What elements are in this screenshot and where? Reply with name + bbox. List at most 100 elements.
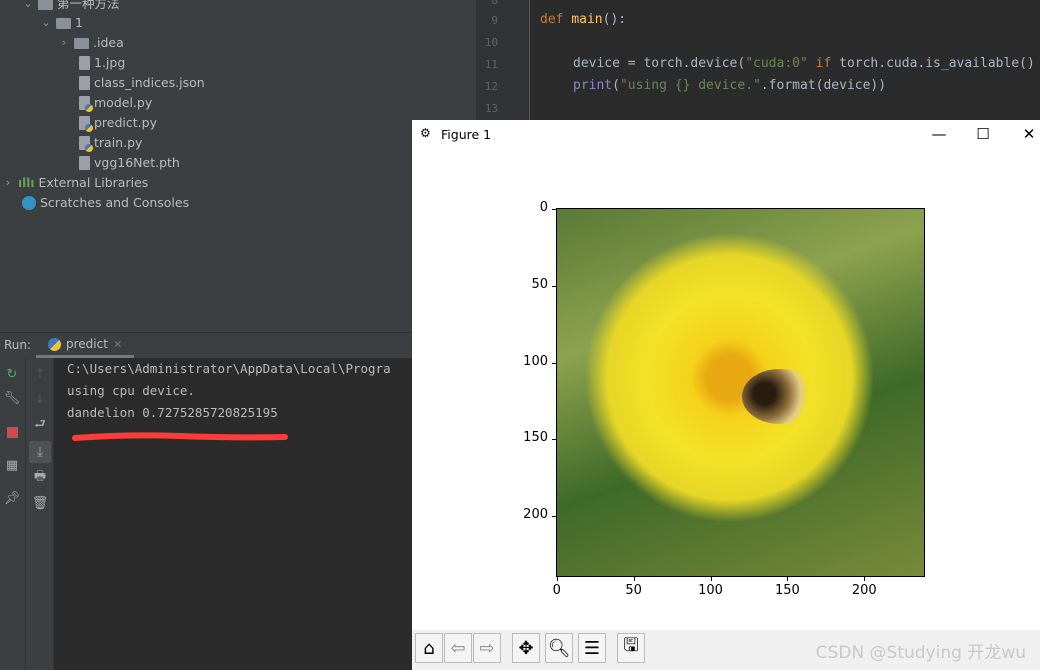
code-line-12: print("using {} device.".format(device))	[573, 78, 886, 93]
x-tick-label: 100	[698, 583, 723, 598]
x-tick-label: 50	[625, 583, 642, 598]
x-tick-label: 200	[851, 583, 877, 598]
code-token: "cuda:0"	[745, 56, 808, 71]
arrow-up-icon[interactable]: ↑	[32, 366, 48, 382]
line-gutter: 8 9 10 11 12 13	[476, 0, 530, 120]
console-output[interactable]: C:\Users\Administrator\AppData\Local\Pro…	[55, 358, 412, 670]
tree-scratches[interactable]: Scratches and Consoles	[22, 193, 189, 213]
image-axes	[556, 208, 925, 577]
y-tick-label: 150	[523, 430, 548, 446]
file-icon	[79, 156, 90, 170]
rerun-icon[interactable]: ↻	[4, 366, 20, 382]
zoom-button[interactable]: 🔍︎	[545, 633, 573, 663]
line-number: 11	[484, 58, 498, 71]
tree-label: model.py	[94, 95, 153, 110]
chevron-down-icon: ⌄	[23, 0, 33, 10]
home-button[interactable]: ⌂	[415, 633, 443, 663]
run-toolbar-left: ↻ 🔧︎ ▦ 📌︎	[0, 358, 26, 670]
pan-button[interactable]: ✥	[512, 633, 540, 663]
tab-label: predict	[66, 337, 108, 351]
y-tick-mark	[552, 516, 556, 518]
tree-label: 第一种方法	[57, 0, 120, 11]
tree-folder-1[interactable]: ⌄ 1	[40, 13, 83, 33]
tree-file-model[interactable]: model.py	[79, 93, 152, 113]
save-button[interactable]: 🖫︎	[617, 633, 645, 663]
code-token: main	[571, 12, 603, 27]
maximize-button[interactable]: ☐	[968, 124, 998, 144]
line-number: 8	[491, 0, 498, 7]
line-number: 13	[484, 102, 498, 115]
tree-folder-idea[interactable]: › .idea	[58, 33, 124, 53]
tree-folder-method[interactable]: ⌄ 第一种方法	[22, 0, 120, 14]
print-icon[interactable]: 🖶︎	[32, 469, 48, 486]
trash-icon[interactable]: 🗑︎	[32, 495, 49, 511]
pin-icon[interactable]: 📌︎	[4, 490, 21, 506]
bee-image	[742, 369, 817, 424]
x-tick-mark	[710, 577, 712, 581]
folder-icon	[56, 17, 71, 29]
tree-file-pth[interactable]: vgg16Net.pth	[79, 153, 180, 173]
figure-toolbar: ⌂ ⇦ ⇨ ✥ 🔍︎ ☰ 🖫︎ CSDN @Studying 开龙wu	[412, 630, 1040, 670]
y-tick-label: 50	[531, 276, 548, 292]
layout-icon[interactable]: ▦	[4, 457, 20, 473]
tree-file-jpg[interactable]: 1.jpg	[79, 53, 125, 73]
scratches-icon	[22, 196, 36, 210]
code-token: "using {} device."	[619, 78, 761, 93]
y-tick-label: 100	[523, 353, 548, 369]
code-editor[interactable]: 8 9 10 11 12 13 def main(): device = tor…	[476, 0, 1040, 120]
matplotlib-icon: ⚙︎	[420, 126, 431, 140]
stop-icon[interactable]	[4, 424, 20, 440]
x-tick-mark	[633, 577, 635, 581]
run-tab-bar: Run: predict ✕	[0, 332, 412, 358]
line-number: 9	[491, 14, 498, 27]
configure-subplots-button[interactable]: ☰	[578, 633, 606, 663]
code-token: device = torch.device(	[573, 56, 746, 71]
tree-label: External Libraries	[38, 175, 149, 190]
x-tick-label: 150	[774, 583, 800, 598]
x-tick-mark	[864, 577, 866, 581]
tree-file-predict[interactable]: predict.py	[79, 113, 157, 133]
run-toolbar-right: ↑ ↓ ⮐ ⤓ 🖶︎ 🗑︎	[26, 358, 54, 670]
tree-label: 1.jpg	[94, 55, 126, 70]
minimize-button[interactable]: —	[924, 124, 954, 144]
project-panel: ⌄ 第一种方法 ⌄ 1 › .idea 1.jpg class_indices.jso…	[0, 0, 476, 332]
code-token: ():	[602, 12, 627, 27]
tree-file-train[interactable]: train.py	[79, 133, 142, 153]
tab-predict[interactable]: predict ✕	[36, 333, 134, 358]
x-tick-mark	[787, 577, 789, 581]
forward-button[interactable]: ⇨	[473, 633, 501, 663]
tree-label: .idea	[93, 35, 124, 50]
close-tab-icon[interactable]: ✕	[113, 338, 122, 351]
red-underline-annotation	[72, 432, 288, 441]
code-token: if	[807, 56, 840, 71]
folder-icon	[74, 37, 89, 49]
close-button[interactable]: ✕	[1014, 124, 1040, 144]
arrow-down-icon[interactable]: ↓	[32, 391, 48, 407]
x-tick-mark	[556, 577, 558, 581]
folder-icon	[38, 0, 53, 10]
python-file-icon	[79, 136, 93, 152]
y-tick-mark	[552, 285, 556, 287]
tree-label: Scratches and Consoles	[40, 195, 190, 210]
tree-external-libraries[interactable]: › ıllı External Libraries	[2, 173, 148, 193]
python-file-icon	[79, 96, 93, 112]
line-number: 10	[484, 36, 498, 49]
soft-wrap-icon[interactable]: ⮐	[32, 417, 48, 434]
watermark: CSDN @Studying 开龙wu	[815, 643, 1026, 663]
code-token: (	[612, 78, 620, 93]
console-line: dandelion 0.7275285720825195	[67, 405, 278, 420]
chevron-down-icon: ⌄	[41, 16, 51, 29]
wrench-icon[interactable]: 🔧︎	[4, 390, 21, 406]
python-icon	[48, 337, 61, 351]
tree-file-json[interactable]: class_indices.json	[79, 73, 205, 93]
chevron-right-icon: ›	[61, 36, 67, 49]
scroll-to-end-icon[interactable]: ⤓	[29, 441, 51, 463]
tree-label: train.py	[94, 135, 143, 150]
image-file-icon	[79, 56, 90, 70]
x-tick-label: 0	[552, 583, 561, 598]
code-token: torch.cuda.is_available()	[839, 56, 1035, 71]
json-file-icon	[79, 76, 90, 90]
back-button[interactable]: ⇦	[444, 633, 472, 663]
tree-label: vgg16Net.pth	[94, 155, 180, 170]
y-tick-mark	[552, 362, 556, 364]
